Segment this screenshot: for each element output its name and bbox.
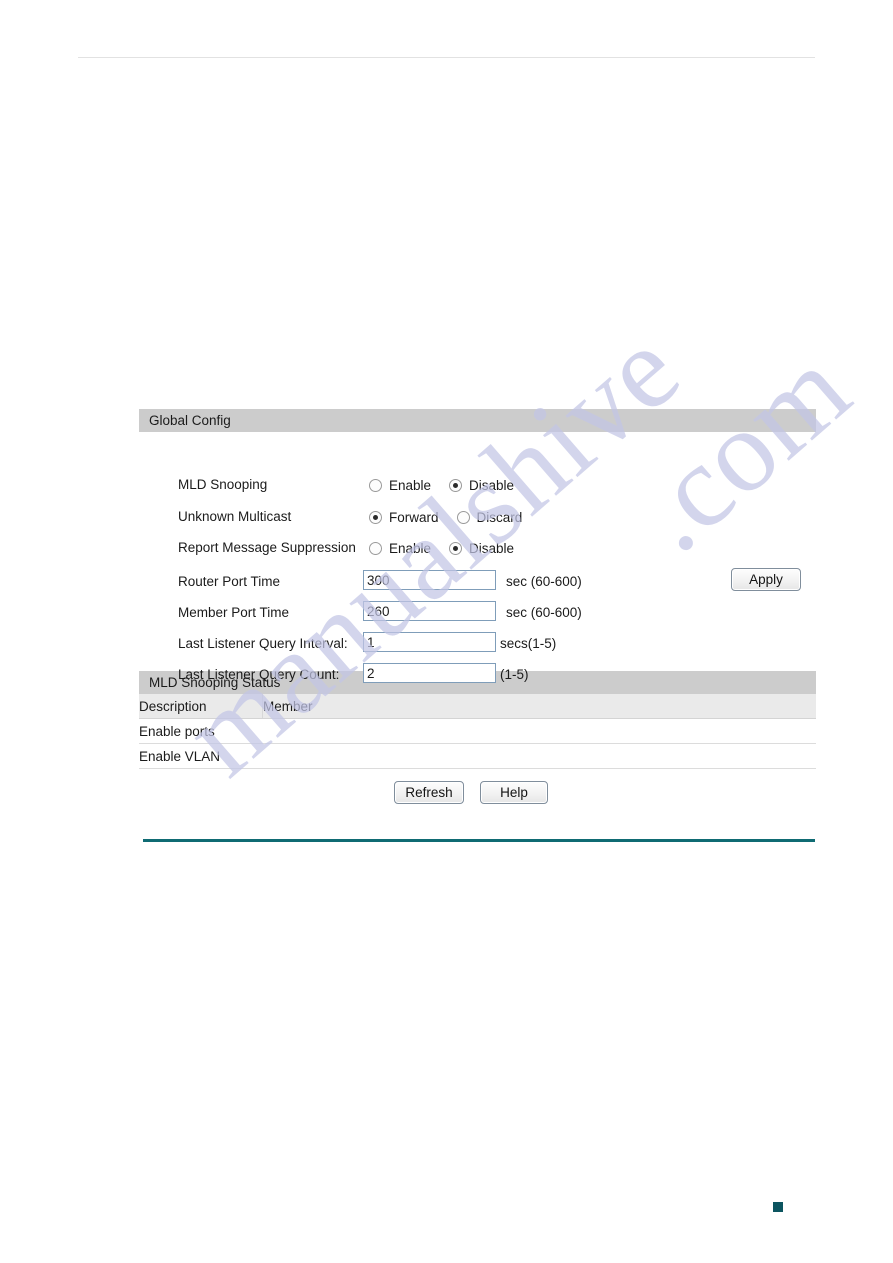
form-row-last-listener-query-interval: Last Listener Query Interval: secs(1-5) bbox=[139, 632, 816, 655]
table-row: Enable VLAN bbox=[139, 743, 816, 769]
unit-router-port-time: sec (60-600) bbox=[506, 574, 582, 589]
label-unknown-multicast: Unknown Multicast bbox=[178, 509, 292, 524]
radio-label-report-message-suppression-disable[interactable]: Disable bbox=[469, 541, 514, 556]
unit-last-listener-query-interval: secs(1-5) bbox=[500, 636, 557, 651]
radio-group-mld-snooping[interactable]: Enable Disable bbox=[369, 474, 514, 496]
radio-unknown-multicast-forward[interactable] bbox=[369, 510, 382, 524]
form-row-mld-snooping: MLD Snooping Enable Disable bbox=[139, 474, 816, 496]
help-button[interactable]: Help bbox=[480, 781, 548, 804]
apply-button[interactable]: Apply bbox=[731, 568, 801, 591]
page-top-divider bbox=[78, 57, 815, 58]
radio-report-message-suppression-enable[interactable] bbox=[369, 541, 382, 555]
refresh-button[interactable]: Refresh bbox=[394, 781, 464, 804]
radio-label-report-message-suppression-enable[interactable]: Enable bbox=[389, 541, 431, 556]
global-config-section-header: Global Config bbox=[139, 409, 816, 432]
global-config-form: MLD Snooping Enable Disable Unknown Mult… bbox=[139, 432, 816, 683]
unit-last-listener-query-count: (1-5) bbox=[500, 667, 529, 682]
label-last-listener-query-count: Last Listener Query Count: bbox=[178, 667, 340, 682]
radio-unknown-multicast-discard[interactable] bbox=[456, 510, 470, 524]
radio-group-report-message-suppression[interactable]: Enable Disable bbox=[369, 537, 514, 559]
form-row-member-port-time: Member Port Time sec (60-600) bbox=[139, 601, 816, 624]
unit-member-port-time: sec (60-600) bbox=[506, 605, 582, 620]
label-last-listener-query-interval: Last Listener Query Interval: bbox=[178, 636, 348, 651]
radio-group-unknown-multicast[interactable]: Forward Discard bbox=[369, 506, 522, 528]
table-header: Description Member bbox=[139, 694, 816, 719]
radio-label-unknown-multicast-forward[interactable]: Forward bbox=[389, 510, 439, 525]
page-bottom-divider bbox=[143, 839, 815, 842]
radio-report-message-suppression-disable[interactable] bbox=[449, 541, 463, 555]
label-router-port-time: Router Port Time bbox=[178, 574, 281, 589]
column-header-description: Description bbox=[139, 694, 263, 719]
cell-description: Enable VLAN bbox=[139, 743, 263, 769]
table-header-row: Description Member bbox=[139, 694, 816, 719]
input-last-listener-query-interval[interactable] bbox=[363, 632, 496, 652]
form-row-report-message-suppression: Report Message Suppression Enable Disabl… bbox=[139, 537, 816, 559]
radio-label-unknown-multicast-discard[interactable]: Discard bbox=[477, 510, 523, 525]
table-row: Enable ports bbox=[139, 718, 816, 744]
radio-label-mld-snooping-disable[interactable]: Disable bbox=[469, 478, 514, 493]
label-member-port-time: Member Port Time bbox=[178, 605, 290, 620]
input-router-port-time[interactable] bbox=[363, 570, 496, 590]
form-row-last-listener-query-count: Last Listener Query Count: (1-5) bbox=[139, 663, 816, 686]
table-body: Enable ports Enable VLAN bbox=[139, 718, 816, 769]
cell-member bbox=[262, 718, 816, 744]
form-row-unknown-multicast: Unknown Multicast Forward Discard bbox=[139, 506, 816, 528]
label-mld-snooping: MLD Snooping bbox=[178, 477, 268, 492]
radio-label-mld-snooping-enable[interactable]: Enable bbox=[389, 478, 431, 493]
column-header-member: Member bbox=[262, 694, 816, 719]
radio-mld-snooping-enable[interactable] bbox=[369, 478, 382, 492]
label-report-message-suppression: Report Message Suppression bbox=[178, 540, 356, 555]
footer-button-bar: Refresh Help bbox=[139, 769, 816, 815]
page-corner-mark bbox=[773, 1202, 783, 1212]
cell-description: Enable ports bbox=[139, 718, 263, 744]
input-member-port-time[interactable] bbox=[363, 601, 496, 621]
mld-snooping-panel: Global Config MLD Snooping Enable Disabl… bbox=[139, 409, 816, 815]
radio-mld-snooping-disable[interactable] bbox=[449, 478, 463, 492]
form-row-router-port-time: Router Port Time sec (60-600) bbox=[139, 570, 816, 593]
cell-member bbox=[262, 743, 816, 769]
mld-snooping-status-table: Description Member Enable ports Enable V… bbox=[139, 694, 816, 769]
input-last-listener-query-count[interactable] bbox=[363, 663, 496, 683]
